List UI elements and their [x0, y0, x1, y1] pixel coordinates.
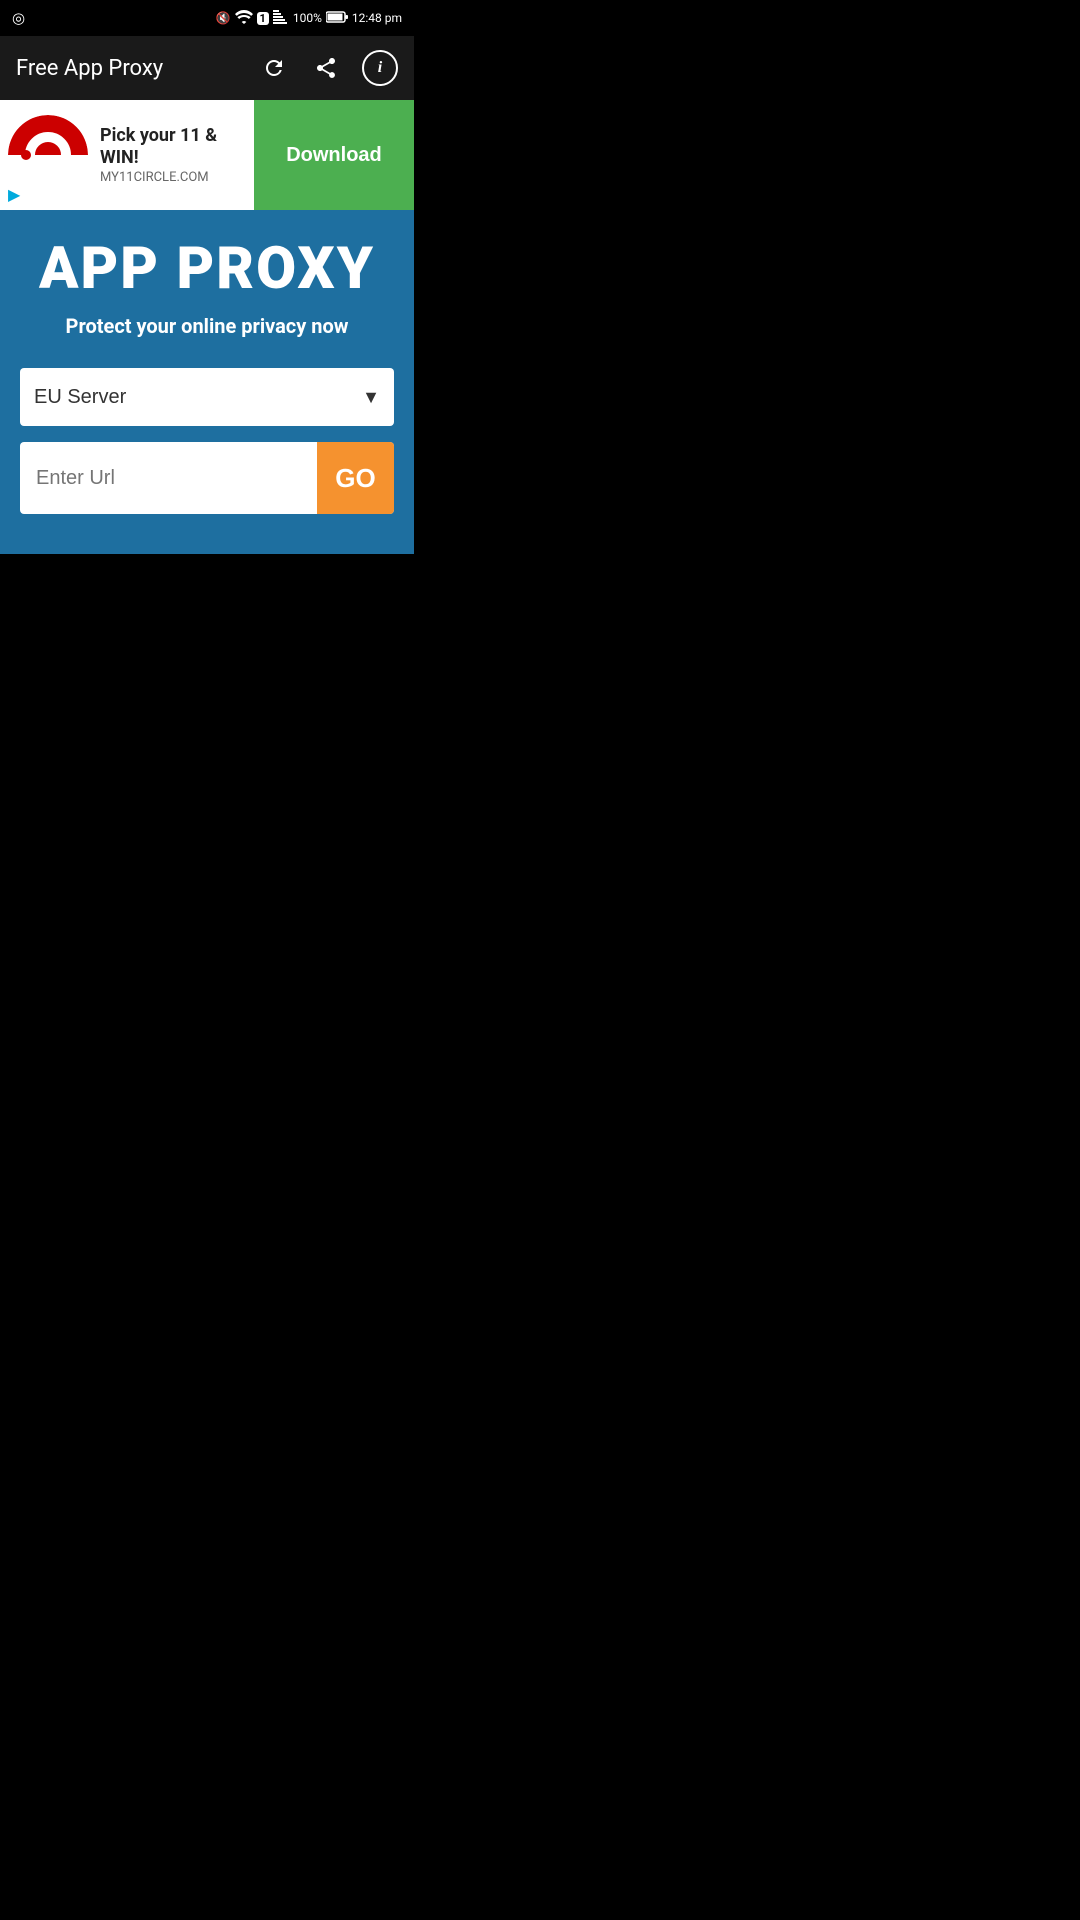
battery-percentage: 100% — [293, 11, 322, 25]
status-left: ◎ — [12, 9, 25, 27]
ad-banner[interactable]: Pick your 11 & WIN! MY11CIRCLE.COM ▶ Dow… — [0, 100, 414, 210]
time-display: 12:48 pm — [352, 11, 402, 25]
ad-text: Pick your 11 & WIN! MY11CIRCLE.COM — [100, 125, 254, 185]
toolbar-actions: i — [258, 50, 398, 86]
toolbar: Free App Proxy i — [0, 36, 414, 100]
bottom-area — [0, 554, 414, 1154]
refresh-button[interactable] — [258, 52, 290, 84]
ad-download-button[interactable]: Download — [254, 100, 414, 210]
url-input-wrapper: GO — [20, 442, 394, 514]
ad-logo-area: Pick your 11 & WIN! MY11CIRCLE.COM ▶ — [0, 115, 254, 195]
status-right: 🔇 1 100% 12:48 p — [216, 10, 402, 27]
server-select-wrapper[interactable]: EU Server US Server UK Server Asia Serve… — [20, 368, 394, 426]
ad-domain: MY11CIRCLE.COM — [100, 170, 254, 185]
battery-icon — [326, 11, 348, 26]
url-input[interactable] — [20, 442, 317, 514]
app-proxy-title: APP PROXY — [20, 240, 394, 298]
status-bar: ◎ 🔇 1 100% — [0, 0, 414, 36]
ad-headline: Pick your 11 & WIN! — [100, 125, 254, 168]
ad-play-icon: ▶ — [8, 185, 20, 204]
server-select[interactable]: EU Server US Server UK Server Asia Serve… — [34, 386, 380, 408]
wifi-icon — [235, 10, 253, 27]
page-title: Free App Proxy — [16, 56, 258, 81]
main-content-card: APP PROXY Protect your online privacy no… — [0, 210, 414, 554]
sound-wave-icon: ◎ — [12, 9, 25, 27]
app-proxy-subtitle: Protect your online privacy now — [20, 314, 394, 338]
notification-badge: 1 — [257, 12, 269, 25]
mute-icon: 🔇 — [216, 11, 231, 25]
share-button[interactable] — [310, 52, 342, 84]
go-button[interactable]: GO — [317, 442, 394, 514]
info-button[interactable]: i — [362, 50, 398, 86]
sim-icon — [273, 10, 289, 27]
ad-logo — [8, 115, 88, 195]
